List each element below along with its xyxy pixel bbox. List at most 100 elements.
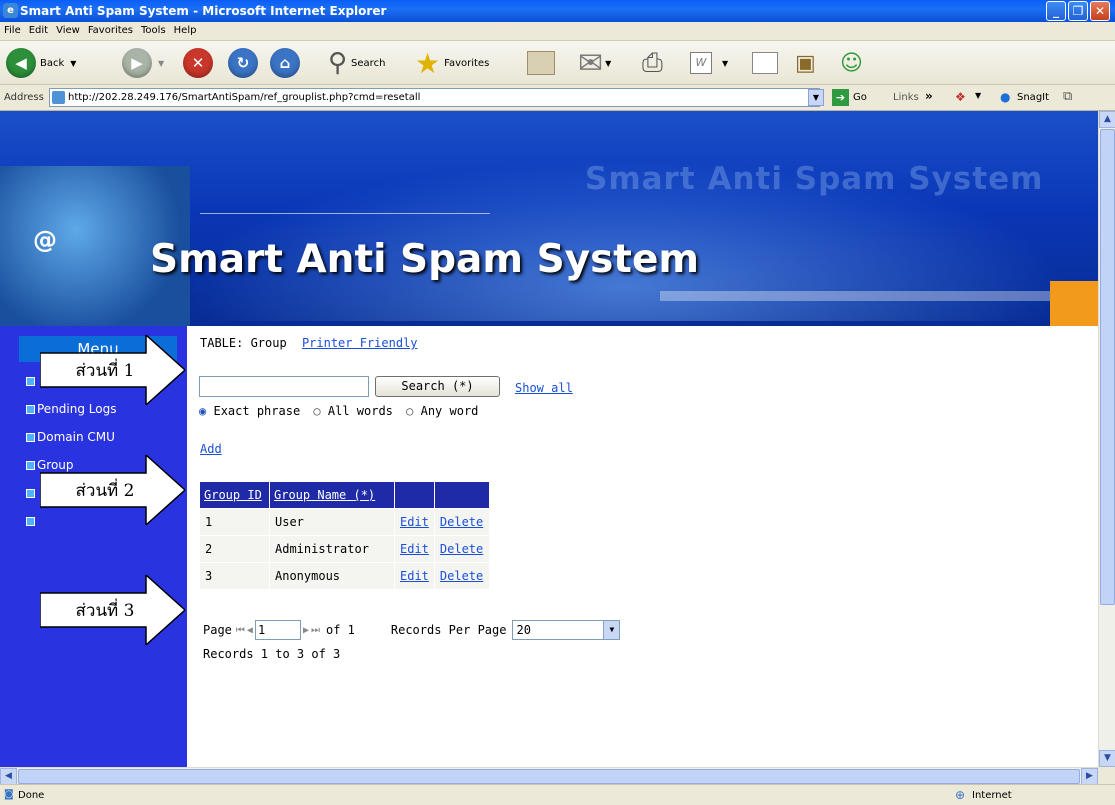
forward-dropdown-icon[interactable]: ▼ <box>158 59 164 68</box>
column-group-id[interactable]: Group ID <box>199 481 270 509</box>
sidebar-item-5[interactable] <box>26 486 37 500</box>
scroll-right-icon[interactable]: ▶ <box>1081 768 1098 785</box>
bullet-icon <box>26 377 35 386</box>
edit-link[interactable]: Edit <box>400 515 429 529</box>
links-label[interactable]: Links <box>893 92 919 103</box>
research-button[interactable]: ▣ <box>795 46 816 80</box>
add-link[interactable]: Add <box>200 442 222 456</box>
vertical-scroll-thumb[interactable] <box>1100 129 1115 605</box>
cell-group-name: Administrator <box>269 535 395 563</box>
table-label: TABLE: Group <box>200 336 287 350</box>
menu-edit[interactable]: Edit <box>25 22 52 36</box>
go-label: Go <box>853 92 867 103</box>
go-button[interactable]: ➔ Go <box>832 89 867 106</box>
edit-link[interactable]: Edit <box>400 542 429 556</box>
address-dropdown-icon[interactable]: ▼ <box>808 89 824 106</box>
next-page-icon[interactable]: ▶ <box>303 625 309 636</box>
column-edit <box>394 481 435 509</box>
page-label: Page <box>203 623 232 637</box>
horizontal-scrollbar[interactable]: ◀ ▶ <box>0 767 1098 785</box>
forward-button[interactable]: ▶ ▼ <box>122 46 164 80</box>
radio-unchecked-icon: ○ <box>406 404 414 418</box>
refresh-button[interactable]: ↻ <box>228 46 258 80</box>
mail-button[interactable]: ✉ ▼ <box>578 46 611 81</box>
menu-tools[interactable]: Tools <box>137 22 170 36</box>
media-button[interactable] <box>527 46 555 80</box>
maximize-button[interactable]: ❐ <box>1068 1 1088 21</box>
page-number-input[interactable] <box>254 620 301 640</box>
table-header-row: Group ID Group Name (*) <box>199 481 490 509</box>
back-button[interactable]: ◀ Back ▼ <box>6 46 76 80</box>
scroll-left-icon[interactable]: ◀ <box>0 768 17 785</box>
annotation-label-1: ส่วนที่ 1 <box>75 360 135 381</box>
sidebar-item-6[interactable] <box>26 514 37 528</box>
print-button[interactable]: ⎙ <box>642 46 663 80</box>
menu-file[interactable]: File <box>0 22 25 36</box>
chevron-down-icon: ▼ <box>603 621 620 639</box>
radio-any-word[interactable]: ○ Any word <box>406 404 478 418</box>
scroll-up-icon[interactable]: ▲ <box>1099 111 1115 128</box>
last-page-icon[interactable]: ⏭ <box>311 625 320 636</box>
address-input[interactable]: http://202.28.249.176/SmartAntiSpam/ref_… <box>49 88 820 107</box>
horizontal-scroll-thumb[interactable] <box>18 769 1080 784</box>
links-chevron-icon[interactable]: » <box>925 89 933 103</box>
address-bar: Address http://202.28.249.176/SmartAntiS… <box>0 85 1115 111</box>
records-per-page-label: Records Per Page <box>390 623 507 637</box>
snagit-button[interactable]: SnagIt <box>1017 92 1049 103</box>
table-row: 2 Administrator Edit Delete <box>199 535 490 563</box>
home-button[interactable]: ⌂ <box>270 46 300 80</box>
radio-exact-phrase[interactable]: ◉ Exact phrase <box>199 404 300 418</box>
radio-label: All words <box>327 404 393 418</box>
refresh-icon: ↻ <box>228 48 258 78</box>
favorites-label: Favorites <box>444 57 490 69</box>
radio-label: Any word <box>420 404 479 418</box>
records-summary: Records 1 to 3 of 3 <box>203 647 341 661</box>
scroll-down-icon[interactable]: ▼ <box>1099 750 1115 767</box>
printer-friendly-link[interactable]: Printer Friendly <box>302 336 418 350</box>
annotation-label-3: ส่วนที่ 3 <box>75 600 135 621</box>
messenger-button[interactable]: ☺ <box>840 46 863 80</box>
back-label: Back <box>40 57 65 69</box>
menu-favorites[interactable]: Favorites <box>84 22 137 36</box>
favorites-button[interactable]: ★ Favorites <box>415 46 489 80</box>
edit-word-button[interactable]: W ▼ <box>690 46 728 80</box>
menu-help[interactable]: Help <box>170 22 201 36</box>
search-submit-button[interactable]: Search (*) <box>375 376 500 397</box>
prev-page-icon[interactable]: ◀ <box>247 625 253 636</box>
records-per-page-select[interactable]: 20 ▼ <box>512 620 621 640</box>
stop-button[interactable]: ✕ <box>183 46 213 80</box>
delete-link[interactable]: Delete <box>440 569 483 583</box>
sidebar-item-domain-cmu[interactable]: Domain CMU <box>26 430 115 444</box>
sidebar-item-1[interactable] <box>26 374 37 388</box>
edit-dropdown-icon[interactable]: ▼ <box>722 59 728 68</box>
minimize-button[interactable]: _ <box>1046 1 1066 21</box>
vertical-scrollbar[interactable]: ▲ ▼ <box>1098 111 1115 767</box>
radio-all-words[interactable]: ○ All words <box>313 404 393 418</box>
edit-link[interactable]: Edit <box>400 569 429 583</box>
banner-at-logo: @ <box>33 226 57 254</box>
delete-link[interactable]: Delete <box>440 515 483 529</box>
pdf-icon[interactable]: ❖ <box>955 90 966 104</box>
bullet-icon <box>26 405 35 414</box>
done-page-icon: ◙ <box>4 789 14 800</box>
search-input[interactable] <box>199 376 369 397</box>
first-page-icon[interactable]: ⏮ <box>236 625 245 636</box>
discuss-button[interactable] <box>752 46 778 80</box>
close-button[interactable]: ✕ <box>1090 1 1110 21</box>
back-dropdown-icon[interactable]: ▼ <box>70 59 76 68</box>
sidebar-item-label: Domain CMU <box>37 430 115 444</box>
mail-dropdown-icon[interactable]: ▼ <box>605 59 611 68</box>
security-zone-label: Internet <box>972 790 1012 801</box>
show-all-link[interactable]: Show all <box>515 381 573 395</box>
column-group-name[interactable]: Group Name (*) <box>269 481 395 509</box>
page-icon <box>52 91 65 104</box>
snagit-icon: ● <box>1000 90 1011 104</box>
menu-view[interactable]: View <box>52 22 84 36</box>
search-button[interactable]: ⚲ Search <box>328 46 385 80</box>
cell-group-id: 3 <box>199 562 270 590</box>
snagit-window-icon[interactable]: ⧉ <box>1063 89 1072 104</box>
delete-link[interactable]: Delete <box>440 542 483 556</box>
address-label: Address <box>4 92 44 103</box>
pdf-dropdown-icon[interactable]: ▼ <box>975 91 981 100</box>
radio-unchecked-icon: ○ <box>313 404 321 418</box>
